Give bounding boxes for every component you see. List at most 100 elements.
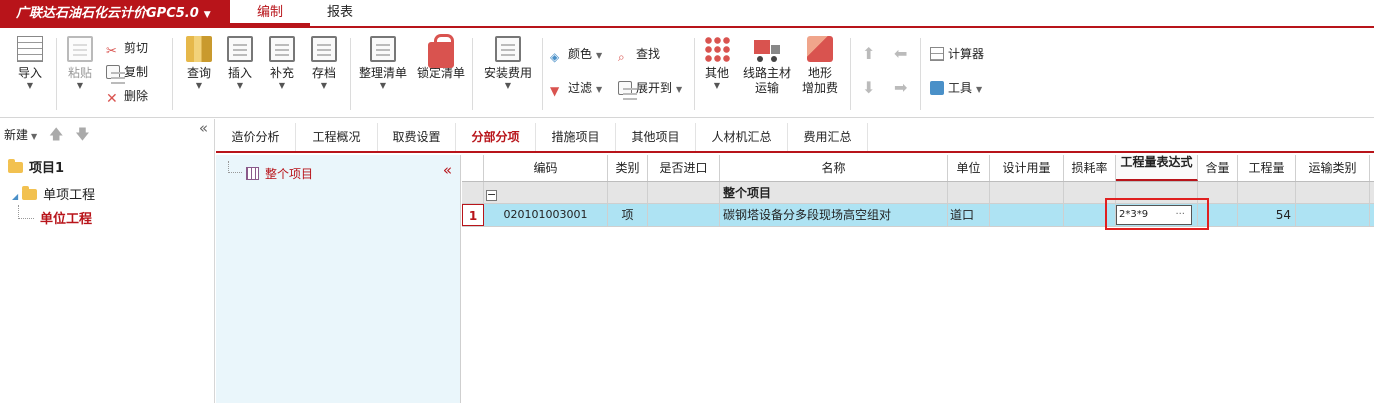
- cell-expression[interactable]: 2*3*9 ···: [1116, 204, 1198, 226]
- route-material-transport-button[interactable]: 线路主材 运输: [740, 36, 794, 96]
- insert-button[interactable]: 插入 ▼: [222, 36, 258, 91]
- terrain-label-2: 增加费: [801, 81, 838, 95]
- paste-button[interactable]: 粘贴 ▼: [62, 36, 98, 91]
- collapse-minus-icon[interactable]: −: [486, 189, 497, 201]
- group-loss-rate: [1064, 182, 1116, 203]
- tree-item-project[interactable]: 项目1: [8, 158, 64, 180]
- cell-unit[interactable]: 道口: [948, 204, 990, 226]
- insert-icon: [227, 36, 253, 62]
- header-design-qty[interactable]: 设计用量: [990, 155, 1064, 181]
- cell-loss-rate[interactable]: [1064, 204, 1116, 226]
- caret-down-icon: ▼: [203, 10, 211, 20]
- ribbon-divider: [542, 38, 543, 110]
- tab-fee-summary[interactable]: 费用汇总: [788, 123, 868, 151]
- ribbon-divider: [350, 38, 351, 110]
- find-button[interactable]: ⌕ 查找: [618, 44, 660, 64]
- tab-sub-items[interactable]: 分部分项: [456, 123, 536, 151]
- group-quantity: [1238, 182, 1296, 203]
- tree-item-whole-project[interactable]: 整个项目: [246, 165, 313, 183]
- delete-label: 删除: [124, 89, 149, 103]
- whole-project-label: 整个项目: [265, 167, 314, 181]
- expand-to-button[interactable]: 展开到 ▼: [618, 78, 682, 98]
- filter-button[interactable]: ▼ 过滤 ▼: [550, 78, 602, 98]
- ribbon-divider: [694, 38, 695, 110]
- header-type[interactable]: 类别: [608, 155, 648, 181]
- cell-name[interactable]: 碳钢塔设备分多段现场高空组对: [720, 204, 948, 226]
- tab-labor-material-summary[interactable]: 人材机汇总: [696, 123, 788, 151]
- group-imported: [648, 182, 720, 203]
- cell-content[interactable]: [1198, 204, 1238, 226]
- copy-button[interactable]: 复制: [106, 62, 148, 82]
- arrow-down-icon[interactable]: 🡇: [75, 127, 89, 143]
- other-button[interactable]: 其他 ▼: [700, 36, 734, 91]
- header-content[interactable]: 含量: [1198, 155, 1238, 181]
- expression-value: 2*3*9: [1119, 209, 1149, 220]
- collapse-left-icon[interactable]: «: [199, 119, 208, 137]
- tab-cost-analysis[interactable]: 造价分析: [216, 123, 296, 151]
- tab-project-overview[interactable]: 工程概况: [296, 123, 378, 151]
- header-expression[interactable]: 工程量表达式: [1116, 155, 1198, 181]
- group-design-qty: [990, 182, 1064, 203]
- query-label: 查询: [186, 66, 211, 80]
- expression-input[interactable]: 2*3*9 ···: [1116, 205, 1192, 225]
- cell-imported[interactable]: [648, 204, 720, 226]
- move-left-icon[interactable]: ⬅: [894, 44, 907, 64]
- menu-tab-edit[interactable]: 编制: [230, 0, 310, 26]
- cell-transport[interactable]: [1296, 204, 1370, 226]
- install-fee-button[interactable]: 安装费用 ▼: [480, 36, 536, 91]
- chevron-down-icon: ▼: [31, 132, 38, 141]
- archive-button[interactable]: 存档 ▼: [306, 36, 342, 91]
- delete-button[interactable]: ✕ 删除: [106, 86, 148, 106]
- ellipsis-button[interactable]: ···: [1175, 206, 1185, 224]
- arrow-up-icon[interactable]: 🡅: [49, 127, 63, 143]
- expand-label: 展开到: [636, 81, 673, 95]
- supplement-label: 补充: [269, 66, 294, 80]
- route-label-2: 运输: [754, 81, 779, 95]
- cell-type[interactable]: 项: [608, 204, 648, 226]
- terrain-fee-button[interactable]: 地形 增加费: [798, 36, 842, 96]
- header-code[interactable]: 编码: [484, 155, 608, 181]
- cell-quantity[interactable]: 54: [1238, 204, 1296, 226]
- header-loss-rate[interactable]: 损耗率: [1064, 155, 1116, 181]
- cell-code[interactable]: 020101003001: [484, 204, 608, 226]
- header-quantity[interactable]: 工程量: [1238, 155, 1296, 181]
- cell-design-qty[interactable]: [990, 204, 1064, 226]
- folder-icon: [8, 159, 23, 173]
- chevron-down-icon: ▼: [976, 85, 983, 94]
- table-row-group[interactable]: − 整个项目: [462, 182, 1374, 204]
- lock-list-button[interactable]: 锁定清单: [414, 34, 468, 81]
- organize-list-button[interactable]: 整理清单 ▼: [356, 36, 410, 91]
- header-name[interactable]: 名称: [720, 155, 948, 181]
- row-number[interactable]: 1: [462, 204, 484, 226]
- move-up-icon[interactable]: ⬆: [862, 44, 875, 64]
- app-brand-menu[interactable]: 广联达石油石化云计价GPC5.0 ▼: [0, 0, 230, 28]
- header-imported[interactable]: 是否进口: [648, 155, 720, 181]
- group-name: 整个项目: [720, 182, 948, 203]
- color-button[interactable]: ◈ 颜色 ▼: [550, 44, 602, 64]
- new-button[interactable]: 新建 ▼: [4, 128, 37, 142]
- move-right-icon[interactable]: ➡: [894, 78, 907, 98]
- supplement-button[interactable]: 补充 ▼: [264, 36, 300, 91]
- collapse-section-icon[interactable]: «: [443, 161, 452, 179]
- ribbon-divider: [472, 38, 473, 110]
- header-transport[interactable]: 运输类别: [1296, 155, 1370, 181]
- cut-button[interactable]: ✂ 剪切: [106, 38, 148, 59]
- tab-measures[interactable]: 措施项目: [536, 123, 616, 151]
- group-toggle[interactable]: −: [484, 182, 608, 203]
- tab-other-items[interactable]: 其他项目: [616, 123, 696, 151]
- move-down-icon[interactable]: ⬇: [862, 78, 875, 98]
- header-unit[interactable]: 单位: [948, 155, 990, 181]
- calculator-button[interactable]: 计算器: [930, 44, 984, 64]
- menu-tab-report[interactable]: 报表: [300, 0, 380, 26]
- lock-label: 锁定清单: [416, 66, 465, 80]
- filter-label: 过滤: [568, 81, 593, 95]
- tools-button[interactable]: 工具 ▼: [930, 78, 982, 98]
- query-button[interactable]: 查询 ▼: [180, 36, 218, 91]
- install-fee-icon: [495, 36, 521, 62]
- chevron-down-icon: ▼: [278, 81, 286, 90]
- import-button[interactable]: 导入 ▼: [12, 36, 48, 91]
- table-row[interactable]: 1 020101003001 项 碳钢塔设备分多段现场高空组对 道口 2*3*9…: [462, 204, 1374, 227]
- tree-item-unit[interactable]: 单位工程: [40, 209, 92, 231]
- tab-fee-settings[interactable]: 取费设置: [378, 123, 456, 151]
- tree-item-single[interactable]: ◢ 单项工程: [12, 185, 95, 207]
